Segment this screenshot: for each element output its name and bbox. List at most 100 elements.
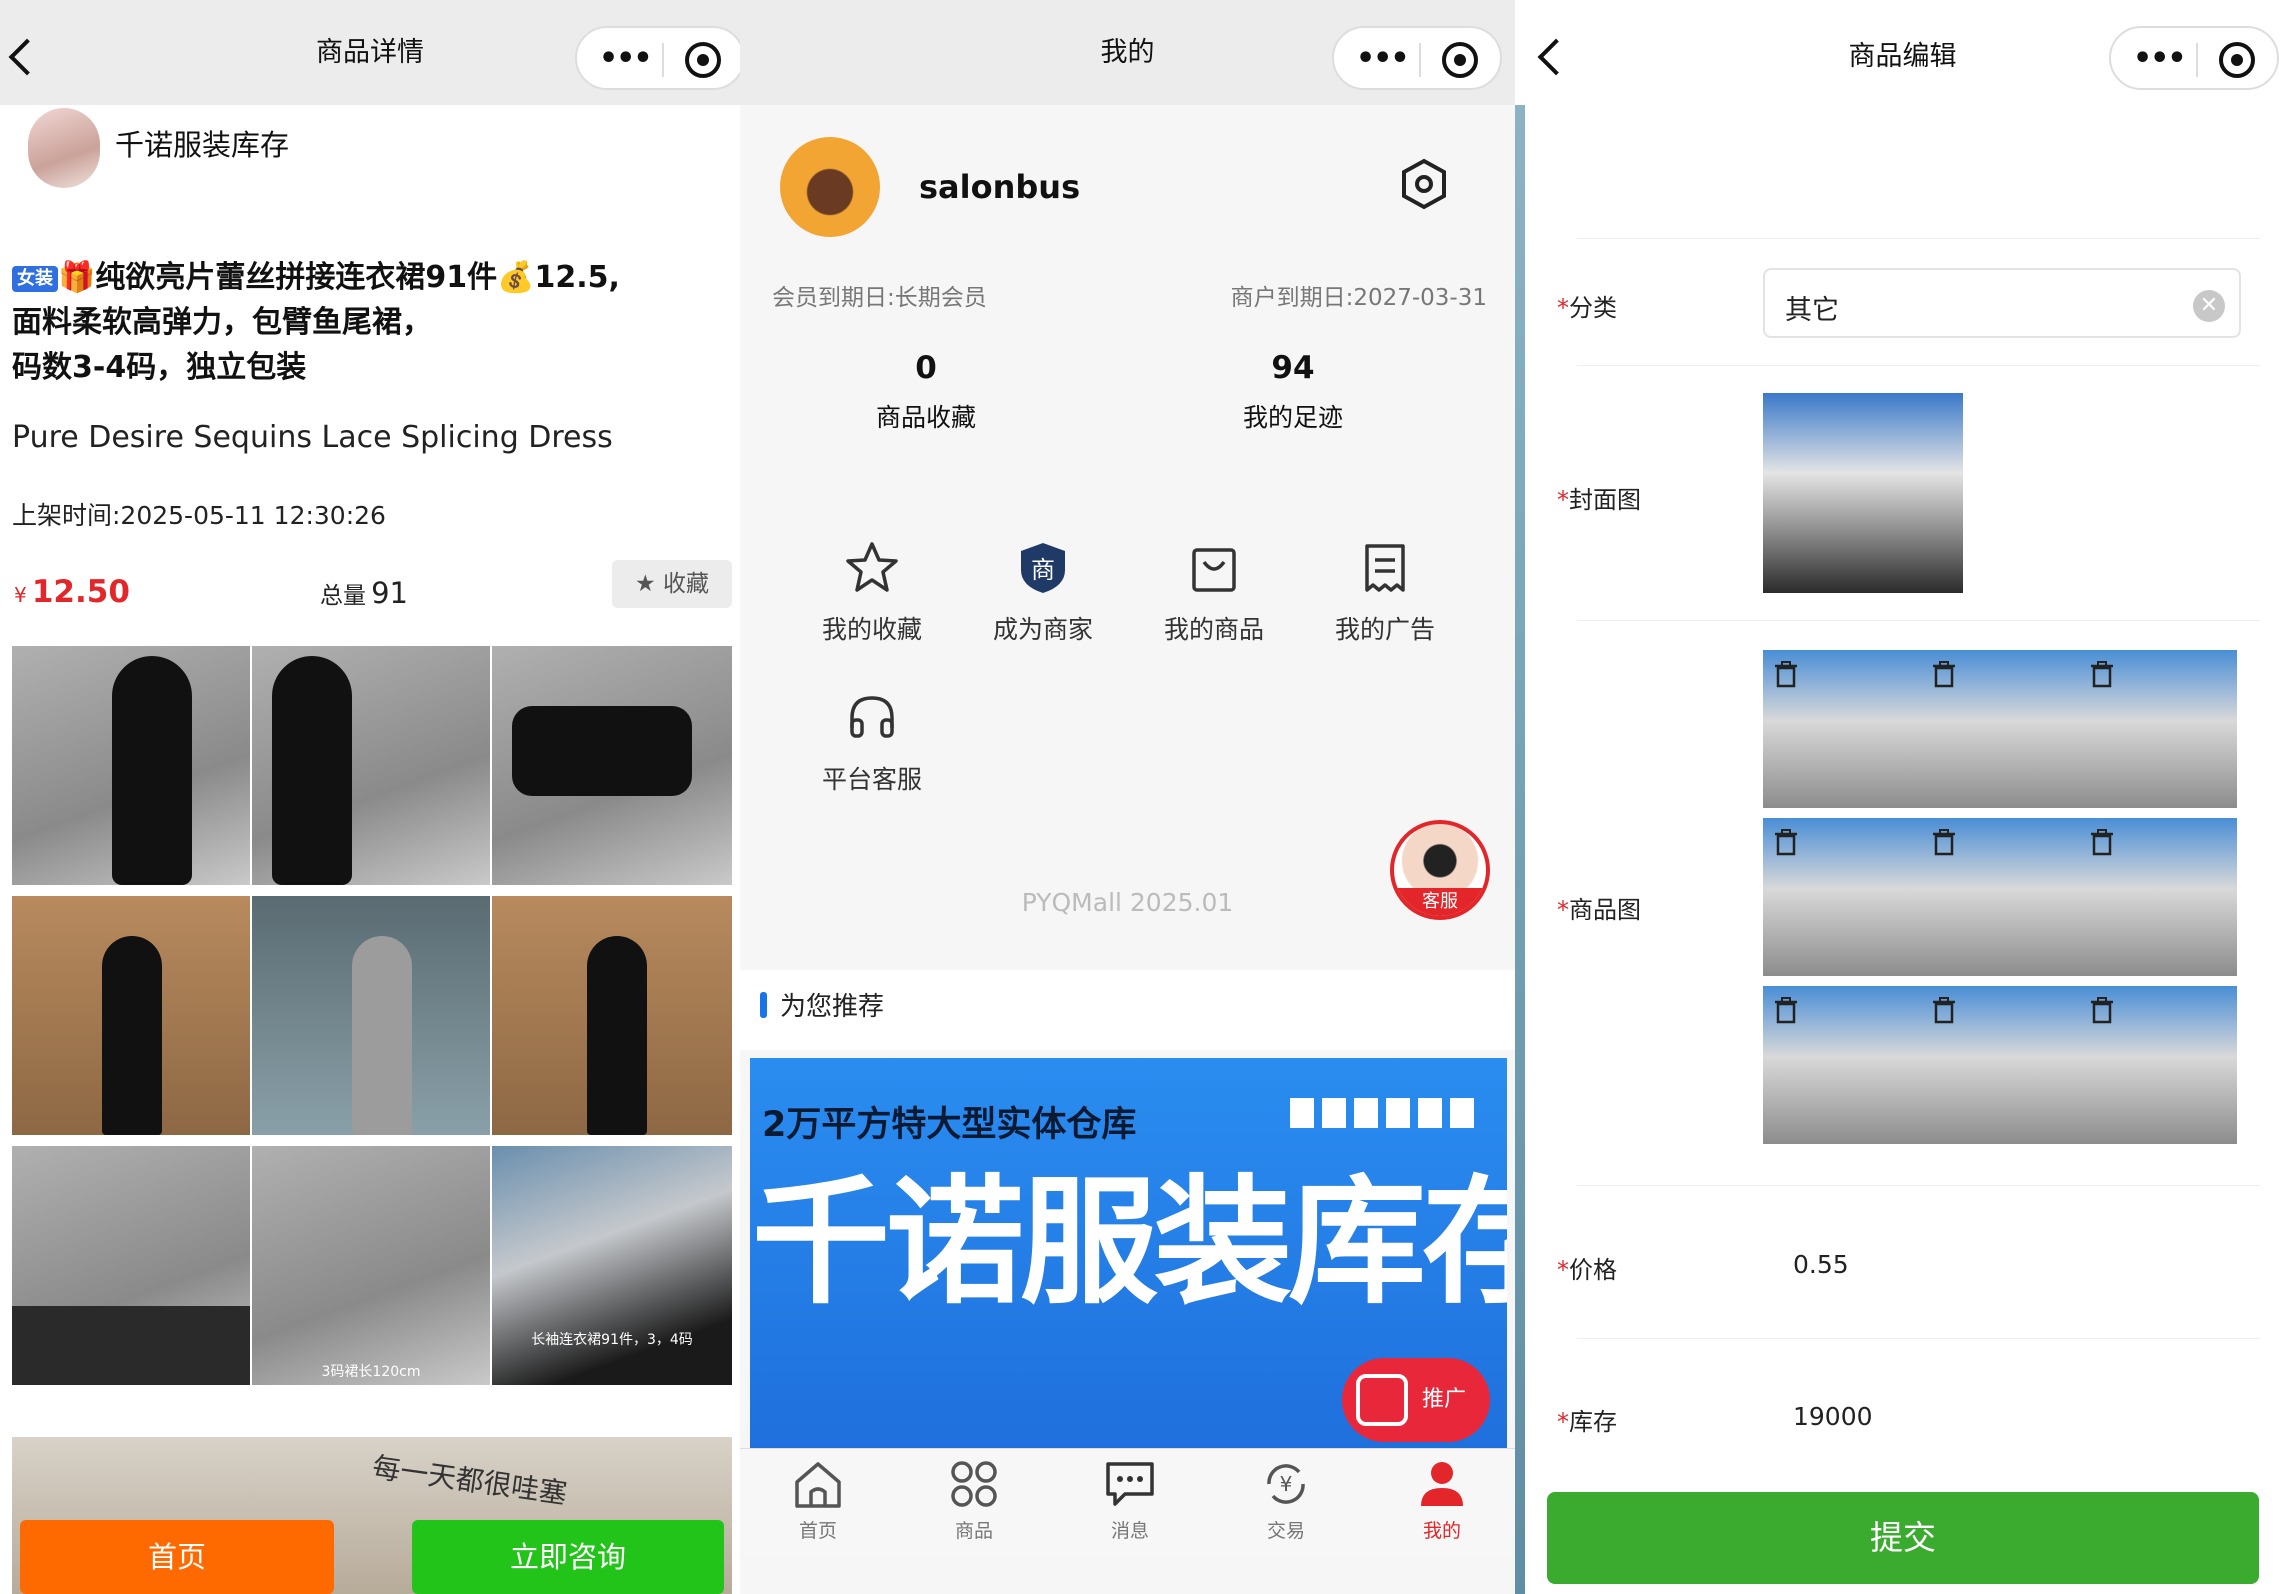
product-image[interactable]	[1921, 986, 2079, 1144]
menu-label: 我的广告	[1334, 615, 1435, 644]
close-circle-icon[interactable]	[1442, 42, 1478, 78]
title-line-1: 🎁纯欲亮片蕾丝拼接连衣裙91件💰12.5,	[58, 260, 620, 295]
banner-handwriting: 每一天都很哇塞	[370, 1450, 570, 1511]
more-icon[interactable]: •••	[599, 44, 653, 74]
menu-become-merchant[interactable]: 商 成为商家	[973, 540, 1113, 646]
home-button[interactable]: 首页	[20, 1520, 334, 1594]
menu-my-favorites[interactable]: 我的收藏	[802, 540, 942, 646]
menu-my-products[interactable]: 我的商品	[1144, 540, 1284, 646]
trash-icon[interactable]	[2089, 660, 2115, 688]
recommend-banner[interactable]: 2万平方特大型实体仓库 千诺服装库存 推广	[750, 1058, 1507, 1458]
tab-trade[interactable]: ¥ 交易	[1236, 1458, 1336, 1543]
favorite-label: 收藏	[662, 571, 709, 597]
consult-button[interactable]: 立即咨询	[412, 1520, 724, 1594]
trash-icon[interactable]	[1773, 996, 1799, 1024]
menu-label: 平台客服	[821, 765, 922, 794]
price-input[interactable]: 0.55	[1793, 1250, 1849, 1279]
submit-button[interactable]: 提交	[1547, 1492, 2259, 1584]
svg-text:商: 商	[1031, 556, 1055, 584]
mini-program-capsule[interactable]: •••	[2109, 26, 2279, 90]
customer-service-float[interactable]: 客服	[1390, 820, 1490, 920]
nav-bar: 商品编辑 •••	[1515, 0, 2290, 105]
product-image[interactable]	[1921, 818, 2079, 976]
user-avatar[interactable]	[780, 137, 880, 237]
tab-label: 商品	[954, 1520, 993, 1542]
tab-label: 交易	[1266, 1520, 1305, 1542]
favorite-button[interactable]: ★ 收藏	[612, 560, 732, 608]
category-select[interactable]: 其它 ✕	[1763, 268, 2241, 338]
tab-label: 首页	[798, 1520, 837, 1542]
english-title: Pure Desire Sequins Lace Splicing Dress	[12, 420, 613, 455]
product-image[interactable]	[1763, 818, 1921, 976]
product-image[interactable]	[2079, 650, 2237, 808]
product-photo-3[interactable]	[492, 646, 732, 885]
trash-icon[interactable]	[1773, 828, 1799, 856]
product-photo-2[interactable]	[252, 646, 490, 885]
tab-products[interactable]: 商品	[924, 1458, 1024, 1543]
settings-icon[interactable]	[1400, 158, 1448, 210]
nav-bar: 我的 •••	[740, 0, 1515, 105]
tab-messages[interactable]: 消息	[1080, 1458, 1180, 1543]
mini-program-capsule[interactable]: •••	[1332, 26, 1502, 90]
product-photo-6[interactable]	[492, 896, 732, 1135]
product-image[interactable]	[1763, 650, 1921, 808]
product-photo-9[interactable]: 长袖连衣裙91件，3，4码	[492, 1146, 732, 1385]
total-quantity: 总量 91	[320, 576, 408, 610]
trash-icon[interactable]	[1773, 660, 1799, 688]
shop-avatar[interactable]	[28, 108, 100, 188]
product-photo-7[interactable]	[12, 1146, 250, 1385]
trash-icon[interactable]	[1931, 660, 1957, 688]
product-photo-1[interactable]	[12, 646, 250, 885]
stat-label: 我的足迹	[1242, 403, 1343, 432]
merchant-shield-icon: 商	[1021, 543, 1065, 593]
product-image[interactable]	[1763, 986, 1921, 1144]
recommend-header: 为您推荐	[740, 970, 1515, 1050]
username: salonbus	[919, 168, 1081, 206]
tab-home[interactable]: 首页	[768, 1458, 868, 1543]
mini-program-capsule[interactable]: •••	[575, 26, 740, 90]
menu-label: 成为商家	[992, 615, 1093, 644]
price-value: 12.50	[31, 574, 130, 610]
trash-icon[interactable]	[1931, 828, 1957, 856]
photo-caption-1: 3码裙长120cm	[321, 1364, 421, 1380]
title-line-3: 码数3-4码，独立包装	[12, 350, 307, 385]
product-photo-8[interactable]: 3码裙长120cm	[252, 1146, 490, 1385]
clear-icon[interactable]: ✕	[2193, 290, 2225, 322]
stat-footprints[interactable]: 94 我的足迹	[1213, 350, 1373, 434]
receipt-icon	[1365, 544, 1405, 592]
close-circle-icon[interactable]	[685, 42, 721, 78]
trash-icon[interactable]	[2089, 996, 2115, 1024]
tab-mine[interactable]: 我的	[1392, 1458, 1492, 1543]
product-image[interactable]	[2079, 818, 2237, 976]
stock-input[interactable]: 19000	[1793, 1402, 1873, 1431]
profile-screen: 我的 ••• salonbus 会员到期日:长期会员 商户到期日:2027-03…	[740, 0, 1515, 1594]
more-icon[interactable]: •••	[2133, 44, 2187, 74]
category-tag: 女装	[12, 265, 58, 292]
stat-label: 商品收藏	[875, 403, 976, 432]
product-photo-5[interactable]	[252, 896, 490, 1135]
stat-value: 94	[1271, 350, 1315, 386]
price-label: *价格	[1557, 1256, 1617, 1284]
menu-customer-service[interactable]: 平台客服	[802, 690, 942, 796]
price-symbol: ¥	[14, 583, 27, 607]
more-icon[interactable]: •••	[1356, 44, 1410, 74]
nav-bar: 商品详情 •••	[0, 0, 740, 105]
product-image[interactable]	[1921, 650, 2079, 808]
member-expiry: 会员到期日:长期会员	[772, 285, 987, 311]
stat-favorites[interactable]: 0 商品收藏	[846, 350, 1006, 434]
trash-icon[interactable]	[1931, 996, 1957, 1024]
yen-cycle-icon: ¥	[1267, 1464, 1305, 1504]
cover-image[interactable]	[1763, 393, 1963, 593]
category-value: 其它	[1785, 295, 1839, 326]
close-circle-icon[interactable]	[2219, 42, 2255, 78]
total-value: 91	[371, 576, 408, 610]
product-image[interactable]	[2079, 986, 2237, 1144]
shop-name[interactable]: 千诺服装库存	[115, 122, 289, 164]
service-label: 客服	[1394, 888, 1486, 916]
shopping-bag-icon	[1192, 548, 1236, 592]
trash-icon[interactable]	[2089, 828, 2115, 856]
recommend-title: 为您推荐	[780, 992, 885, 1022]
product-photo-4[interactable]	[12, 896, 250, 1135]
promote-button[interactable]: 推广	[1342, 1358, 1490, 1442]
menu-my-ads[interactable]: 我的广告	[1315, 540, 1455, 646]
